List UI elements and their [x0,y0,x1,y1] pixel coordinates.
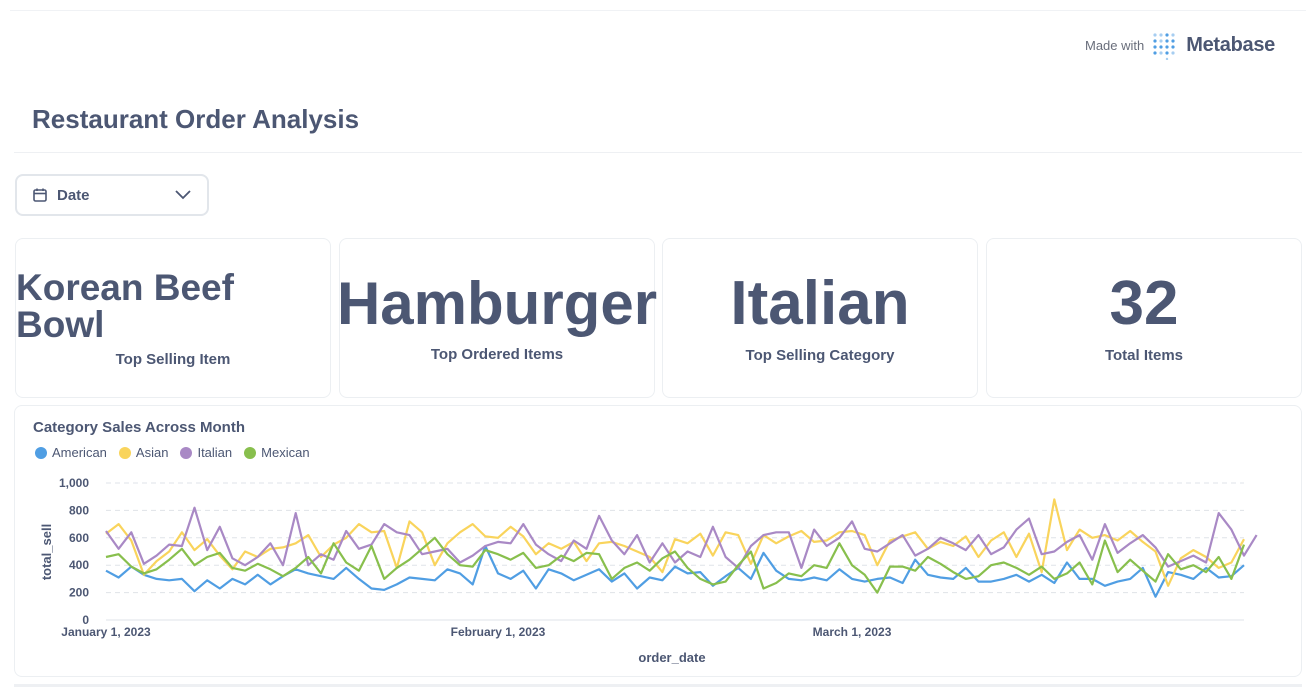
top-divider [10,10,1306,11]
y-tick-label: 800 [69,503,89,517]
category-sales-chart-card[interactable]: Category Sales Across Month American Asi… [14,405,1302,677]
date-filter-label: Date [57,186,90,204]
top-ordered-items-card[interactable]: Hamburger Top Ordered Items [336,238,658,398]
y-axis-title: total_sell [39,524,54,580]
x-tick-label: March 1, 2023 [813,625,892,639]
title-divider [14,152,1302,153]
calendar-icon [33,188,47,202]
total-items-card[interactable]: 32 Total Items [986,238,1302,398]
chevron-down-icon [175,190,191,200]
top-selling-category-label: Top Selling Category [745,346,895,364]
metabase-brand-text: Metabase [1186,33,1275,56]
date-filter[interactable]: Date [15,174,209,216]
top-selling-category-value: Italian [730,268,910,338]
metabase-logo-icon [1153,33,1175,60]
top-ordered-items-label: Top Ordered Items [430,345,564,363]
made-with-text: Made with [1084,37,1145,53]
top-selling-category-card[interactable]: Italian Top Selling Category [662,238,978,398]
y-tick-label: 400 [69,558,89,572]
dashboard-title: Restaurant Order Analysis [32,104,360,134]
line-chart[interactable]: 02004006008001,000January 1, 2023 Februar… [15,406,1303,678]
top-selling-item-value: Korean Beef Bowl [16,266,234,345]
y-tick-label: 600 [69,531,89,545]
made-with-metabase-link[interactable]: Made with Metabase [1085,30,1275,60]
x-axis-title: order_date [638,650,705,665]
top-selling-item-card[interactable]: Korean Beef Bowl Top Selling Item [15,238,331,398]
dashboard-page: Made with Metabase Restaurant Order Anal… [0,0,1316,687]
y-tick-label: 1,000 [59,476,89,490]
x-tick-label: February 1, 2023 [451,625,546,639]
total-items-value: 32 [1109,268,1179,338]
top-selling-item-label: Top Selling Item [115,350,231,368]
x-tick-label: January 1, 2023 [61,625,151,639]
y-tick-label: 200 [69,586,89,600]
top-ordered-items-value: Hamburger [336,269,658,337]
total-items-label: Total Items [1104,346,1184,364]
